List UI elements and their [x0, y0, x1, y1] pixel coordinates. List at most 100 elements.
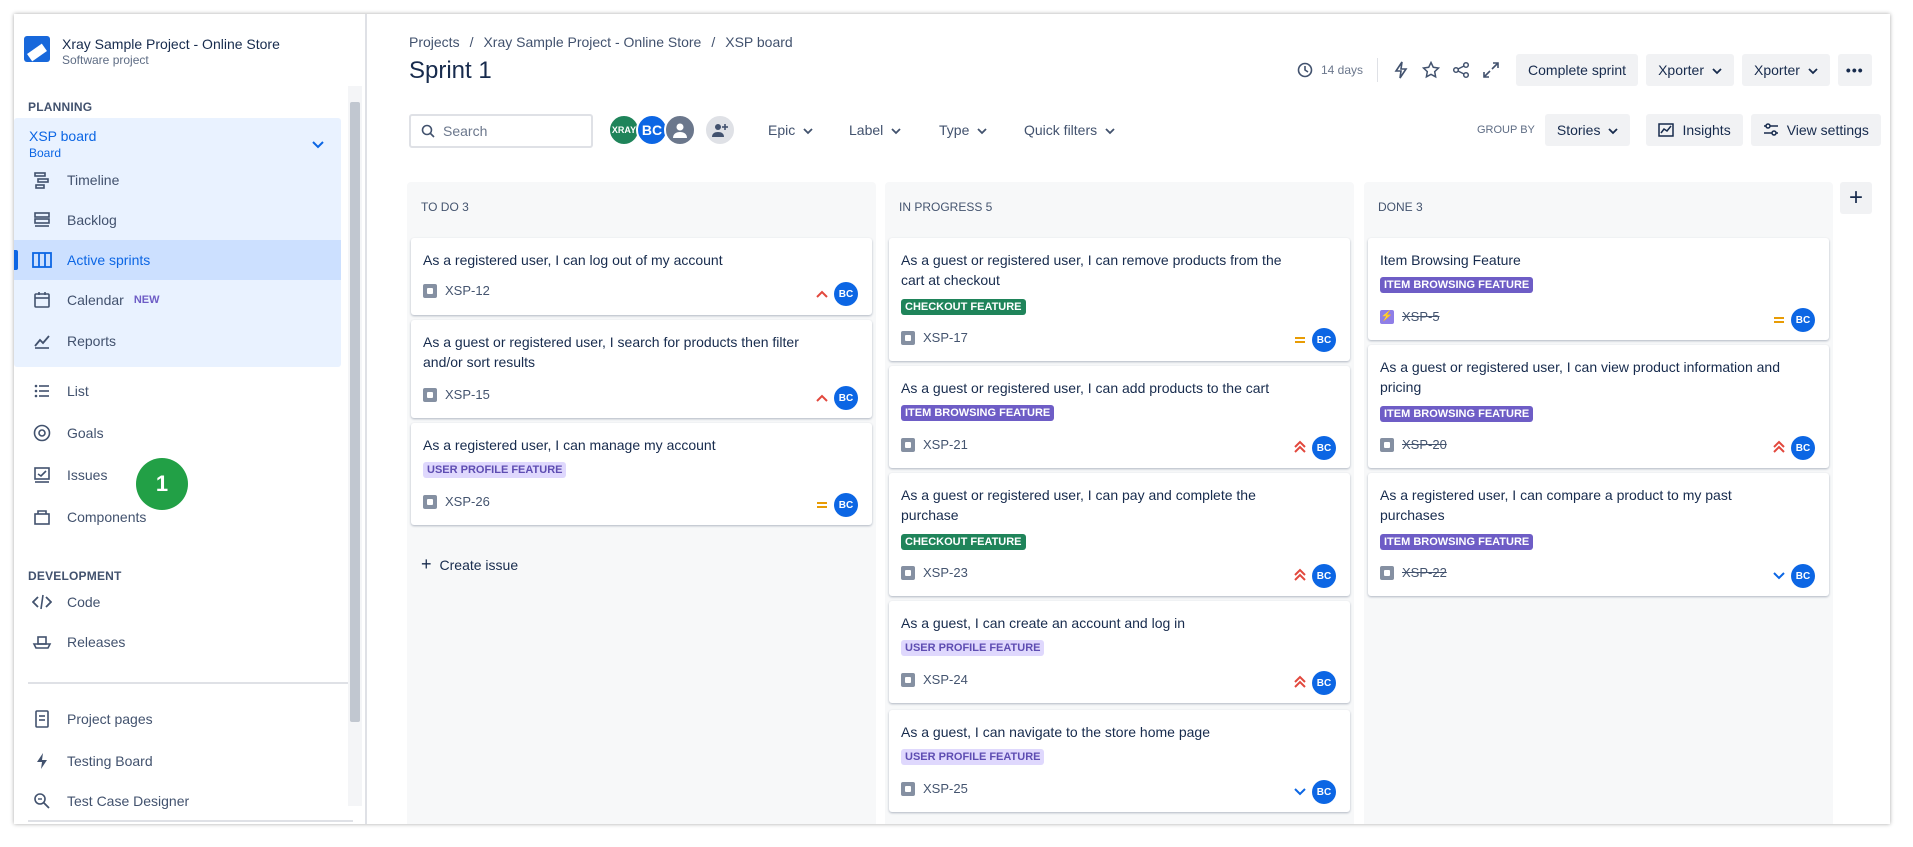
search-icon	[421, 124, 435, 138]
group-by-dropdown[interactable]: Stories	[1544, 114, 1631, 146]
assignee-avatar[interactable]: BC	[834, 386, 858, 410]
issue-key: XSP-20	[1380, 437, 1447, 452]
xporter-button[interactable]: Xporter	[1742, 54, 1830, 86]
share-icon[interactable]	[1446, 55, 1476, 85]
chevron-down-icon	[803, 122, 813, 138]
assignee-avatar[interactable]: BC	[1791, 308, 1815, 332]
sidebar-item-active-sprints[interactable]: Active sprints	[14, 240, 341, 280]
complete-sprint-button[interactable]: Complete sprint	[1516, 54, 1639, 86]
insights-button[interactable]: Insights	[1646, 114, 1743, 146]
board-selector[interactable]: XSP board Board	[29, 128, 96, 160]
assignee-avatar[interactable]: BC	[1312, 671, 1336, 695]
assignee-avatar[interactable]: BC	[1312, 436, 1336, 460]
issue-card[interactable]: As a registered user, I can manage my ac…	[411, 423, 872, 525]
column-header: DONE 3	[1378, 200, 1423, 214]
assignee-avatar[interactable]: BC	[1791, 436, 1815, 460]
epic-label: USER PROFILE FEATURE	[423, 462, 567, 478]
issue-key-text: XSP-20	[1402, 437, 1447, 452]
sidebar-item-test-case-designer[interactable]: Test Case Designer	[14, 781, 341, 821]
issue-summary: As a guest, I can create an account and …	[901, 615, 1186, 631]
filter-epic[interactable]: Epic	[768, 122, 813, 138]
sidebar-item-calendar[interactable]: Calendar NEW	[14, 280, 341, 320]
issue-card[interactable]: As a guest or registered user, I can vie…	[1368, 345, 1829, 468]
search-input[interactable]: Search	[409, 114, 593, 148]
board-column-done: DONE 3 Item Browsing Feature ITEM BROWSI…	[1364, 182, 1833, 824]
assignee-avatar[interactable]: BC	[1312, 780, 1336, 804]
add-column-button[interactable]: +	[1840, 182, 1872, 214]
sidebar-item-project-pages[interactable]: Project pages	[14, 699, 341, 739]
assignee-avatar[interactable]: BC	[834, 282, 858, 306]
sidebar-item-timeline[interactable]: Timeline	[14, 160, 341, 200]
chevron-down-icon	[1608, 122, 1619, 138]
priority-medium-icon	[813, 390, 831, 406]
sidebar-item-testing-board[interactable]: Testing Board	[14, 741, 341, 781]
sprint-days: 14 days	[1321, 63, 1364, 77]
issue-key: XSP-15	[423, 387, 490, 402]
assignee-avatar[interactable]: BC	[1312, 328, 1336, 352]
view-settings-button[interactable]: View settings	[1750, 114, 1881, 146]
filter-type[interactable]: Type	[939, 122, 987, 138]
automation-icon[interactable]	[1386, 55, 1416, 85]
column-header: IN PROGRESS 5	[899, 200, 993, 214]
chevron-down-icon	[1105, 122, 1115, 138]
sidebar-item-reports[interactable]: Reports	[14, 321, 341, 361]
xporter-button[interactable]: Xporter	[1646, 54, 1734, 86]
assignee-avatar[interactable]: BC	[834, 493, 858, 517]
breadcrumb-project[interactable]: Xray Sample Project - Online Store	[483, 34, 701, 50]
plus-icon: +	[1848, 184, 1863, 211]
sidebar-item-label: List	[67, 383, 89, 399]
breadcrumb-board[interactable]: XSP board	[725, 34, 792, 50]
sidebar-scroll-thumb[interactable]	[350, 102, 360, 722]
sidebar-item-releases[interactable]: Releases	[14, 622, 341, 662]
issue-card[interactable]: As a registered user, I can log out of m…	[411, 238, 872, 315]
sidebar-item-label: Calendar	[67, 292, 124, 308]
issue-card[interactable]: As a guest or registered user, I can pay…	[889, 473, 1350, 596]
add-people-button[interactable]	[704, 114, 736, 146]
page-icon	[31, 708, 53, 730]
search-placeholder: Search	[443, 123, 488, 139]
sidebar-item-list[interactable]: List	[14, 371, 341, 411]
issue-card[interactable]: As a registered user, I can compare a pr…	[1368, 473, 1829, 596]
sidebar-item-backlog[interactable]: Backlog	[14, 200, 341, 240]
create-issue-button[interactable]: + Create issue	[421, 554, 518, 575]
avatar-unassigned[interactable]	[664, 114, 696, 146]
priority-medium-icon	[813, 286, 831, 302]
issue-card[interactable]: As a guest, I can create an account and …	[889, 601, 1350, 703]
page-title: Sprint 1	[409, 57, 492, 84]
more-actions-button[interactable]: •••	[1837, 54, 1872, 86]
sidebar-item-label: Timeline	[67, 172, 120, 188]
sidebar-divider	[28, 820, 353, 822]
assignee-avatar[interactable]: BC	[1791, 564, 1815, 588]
filter-label-dropdown[interactable]: Label	[849, 122, 901, 138]
list-icon	[31, 380, 53, 402]
board-column-todo: TO DO 3 As a registered user, I can log …	[407, 182, 876, 824]
priority-high-icon	[1291, 439, 1309, 455]
issue-card[interactable]: As a guest, I can navigate to the store …	[889, 710, 1350, 812]
chevron-down-icon[interactable]	[312, 138, 324, 152]
project-header[interactable]: Xray Sample Project - Online Store Softw…	[24, 36, 280, 67]
breadcrumb-projects[interactable]: Projects	[409, 34, 460, 50]
story-icon	[1380, 437, 1394, 452]
issue-card[interactable]: As a guest or registered user, I can add…	[889, 366, 1350, 468]
issue-card[interactable]: As a guest or registered user, I can rem…	[889, 238, 1350, 361]
target-icon	[31, 422, 53, 444]
issue-summary: As a guest or registered user, I can add…	[901, 380, 1270, 396]
assignee-avatar[interactable]: BC	[1312, 564, 1336, 588]
story-icon	[423, 387, 437, 402]
issue-key: XSP-25	[901, 781, 968, 796]
priority-high-icon	[1770, 439, 1788, 455]
epic-label: ITEM BROWSING FEATURE	[901, 405, 1055, 421]
sidebar-item-label: Components	[67, 509, 147, 525]
sidebar-item-goals[interactable]: Goals	[14, 413, 341, 453]
star-icon[interactable]	[1416, 55, 1446, 85]
filter-label: Type	[939, 122, 970, 138]
expand-icon[interactable]	[1476, 55, 1506, 85]
filter-quick-filters[interactable]: Quick filters	[1024, 122, 1115, 138]
clock-icon	[1297, 62, 1313, 78]
sidebar-item-code[interactable]: Code	[14, 582, 341, 622]
issue-card[interactable]: As a guest or registered user, I search …	[411, 320, 872, 418]
issue-key-text: XSP-21	[923, 437, 968, 452]
issue-card[interactable]: Item Browsing Feature ITEM BROWSING FEAT…	[1368, 238, 1829, 340]
priority-low-icon	[1770, 568, 1788, 584]
sidebar-item-label: Code	[67, 594, 101, 610]
